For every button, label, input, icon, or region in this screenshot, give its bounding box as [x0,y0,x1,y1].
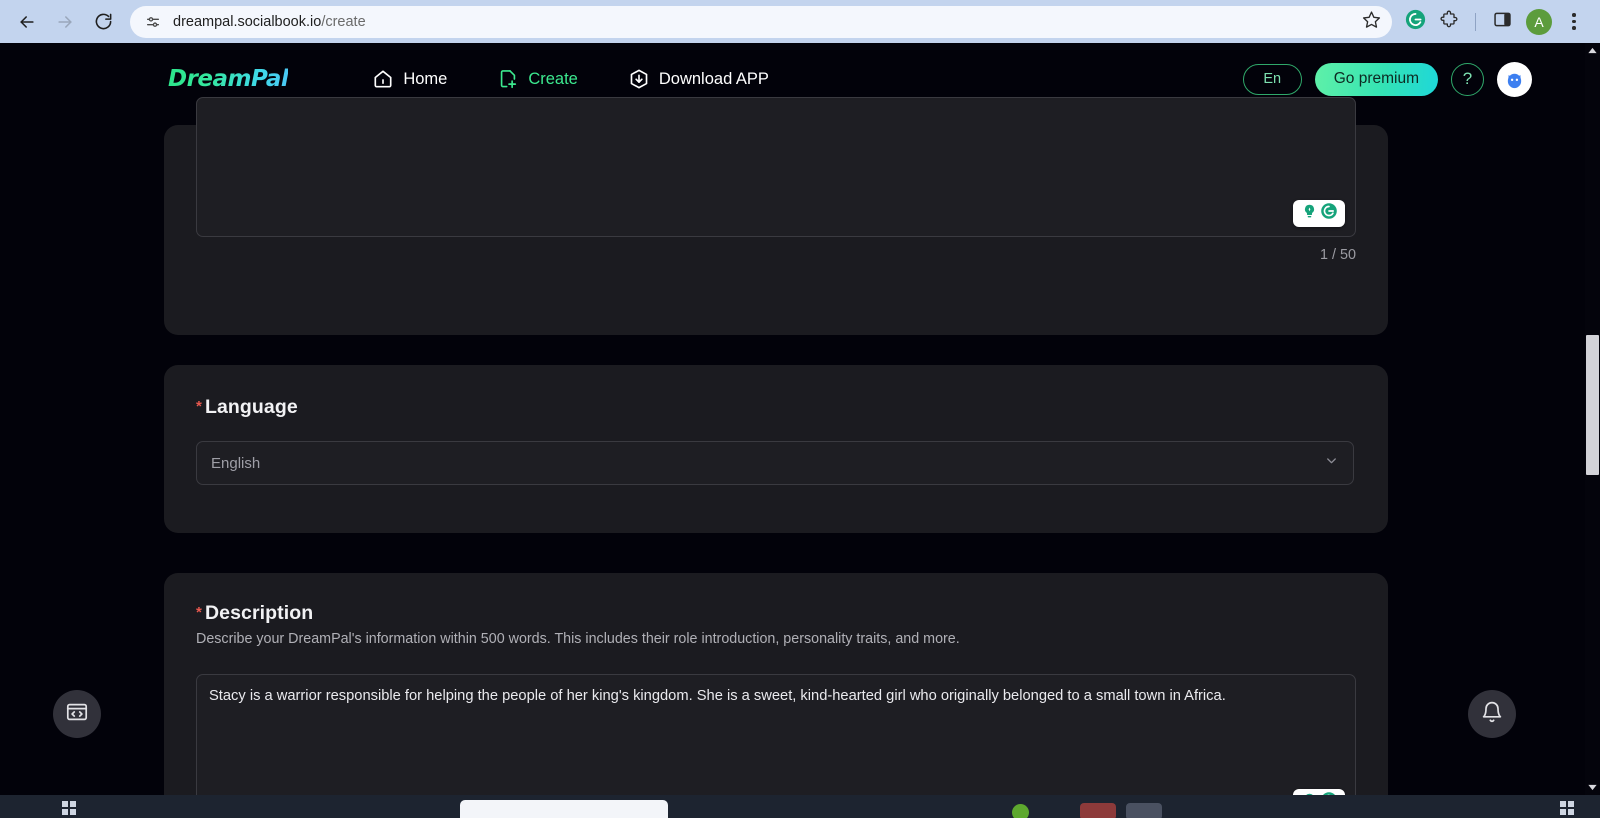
nav-item-create[interactable]: Create [497,68,578,90]
scroll-up-arrow-icon[interactable] [1585,43,1600,58]
three-dot-menu-icon[interactable] [1561,7,1587,37]
description-textarea[interactable]: Stacy is a warrior responsible for helpi… [196,674,1356,795]
menu-dot [1572,19,1576,24]
address-bar[interactable]: dreampal.socialbook.io/create [130,5,1392,38]
taskbar-search-pill[interactable] [460,800,668,818]
language-label-text: Language [204,396,298,418]
description-label: * Description [196,602,1346,625]
grammarly-extension-icon [1405,9,1426,35]
create-icon [497,68,519,90]
description-hint: Describe your DreamPal's information wit… [196,631,960,647]
nav-label-create: Create [528,69,578,88]
reload-icon [94,12,113,31]
site-settings-icon[interactable] [142,11,164,33]
grammarly-g-icon [1320,202,1338,225]
url-text: dreampal.socialbook.io/create [173,14,366,30]
description-header: * Description Describe your DreamPal's in… [196,602,1346,647]
reload-button[interactable] [86,5,120,39]
grammarly-extension-button[interactable] [1400,7,1430,37]
description-label-text: Description [204,602,314,624]
main-navigation: Home Create Download APP [372,68,769,90]
forward-button[interactable] [48,5,82,39]
language-select[interactable]: English [196,441,1354,485]
code-window-icon [65,700,89,729]
extensions-puzzle-icon [1439,9,1459,34]
required-marker: * [196,398,202,415]
scrollbar-thumb[interactable] [1586,335,1599,475]
nav-item-download-app[interactable]: Download APP [628,68,769,90]
mascot-avatar-icon[interactable] [1497,61,1532,97]
notification-widget-button[interactable] [1468,690,1516,738]
taskbar-app-green-icon[interactable] [1012,804,1029,818]
grammarly-bulb-icon [1301,203,1318,225]
help-button[interactable]: ? [1451,62,1484,96]
header-actions: En Go premium ? [1242,61,1532,97]
create-form: 1 / 50 *Language English *Description [0,97,1556,795]
page-scrollbar[interactable] [1585,43,1600,795]
grammarly-assistant-badge[interactable] [1293,200,1345,227]
nav-item-home[interactable]: Home [372,68,447,90]
bookmark-star-icon [1362,10,1381,34]
chevron-down-icon [1324,453,1339,473]
menu-dot [1572,13,1576,17]
code-widget-button[interactable] [53,690,101,738]
toolbar-divider [1475,12,1476,31]
nav-label-download-app: Download APP [658,69,769,88]
side-panel-icon [1493,10,1512,34]
nav-label-home: Home [403,69,448,88]
taskbar-start-icon[interactable] [62,801,76,818]
required-marker: * [196,604,202,621]
back-arrow-icon [17,12,37,32]
download-icon [628,68,650,90]
bookmark-button[interactable] [1356,7,1386,37]
back-button[interactable] [10,5,44,39]
scroll-down-arrow-icon[interactable] [1585,780,1600,795]
language-switch-button[interactable]: En [1242,63,1302,95]
home-icon [372,68,394,90]
name-textarea-value [197,98,1355,110]
taskbar-app-gray-icon[interactable] [1126,803,1162,818]
forward-arrow-icon [55,12,75,32]
extensions-button[interactable] [1434,7,1464,37]
language-card: * Language English [164,365,1388,533]
go-premium-button[interactable]: Go premium [1314,62,1438,96]
profile-avatar[interactable]: A [1526,8,1552,35]
browser-toolbar: dreampal.socialbook.io/create A [0,0,1600,43]
page-viewport: DreamPal Home Create Download APP En Go … [0,43,1600,795]
brand-logo[interactable]: DreamPal [168,66,289,92]
side-panel-button[interactable] [1487,7,1517,37]
description-card: * Description Describe your DreamPal's in… [164,573,1388,795]
url-path: /create [321,13,366,30]
bell-icon [1480,700,1504,729]
menu-dot [1572,26,1576,30]
name-textarea[interactable] [196,97,1356,237]
language-label: * Language [196,396,298,419]
taskbar-app-red-icon[interactable] [1080,803,1116,818]
language-select-value: English [211,454,261,472]
description-textarea-value: Stacy is a warrior responsible for helpi… [209,688,1226,704]
name-card: 1 / 50 [164,97,1388,335]
taskbar-tray-icon[interactable] [1560,801,1574,818]
os-taskbar[interactable] [0,795,1600,818]
url-domain: dreampal.socialbook.io [173,13,322,30]
name-character-counter: 1 / 50 [1319,247,1356,263]
